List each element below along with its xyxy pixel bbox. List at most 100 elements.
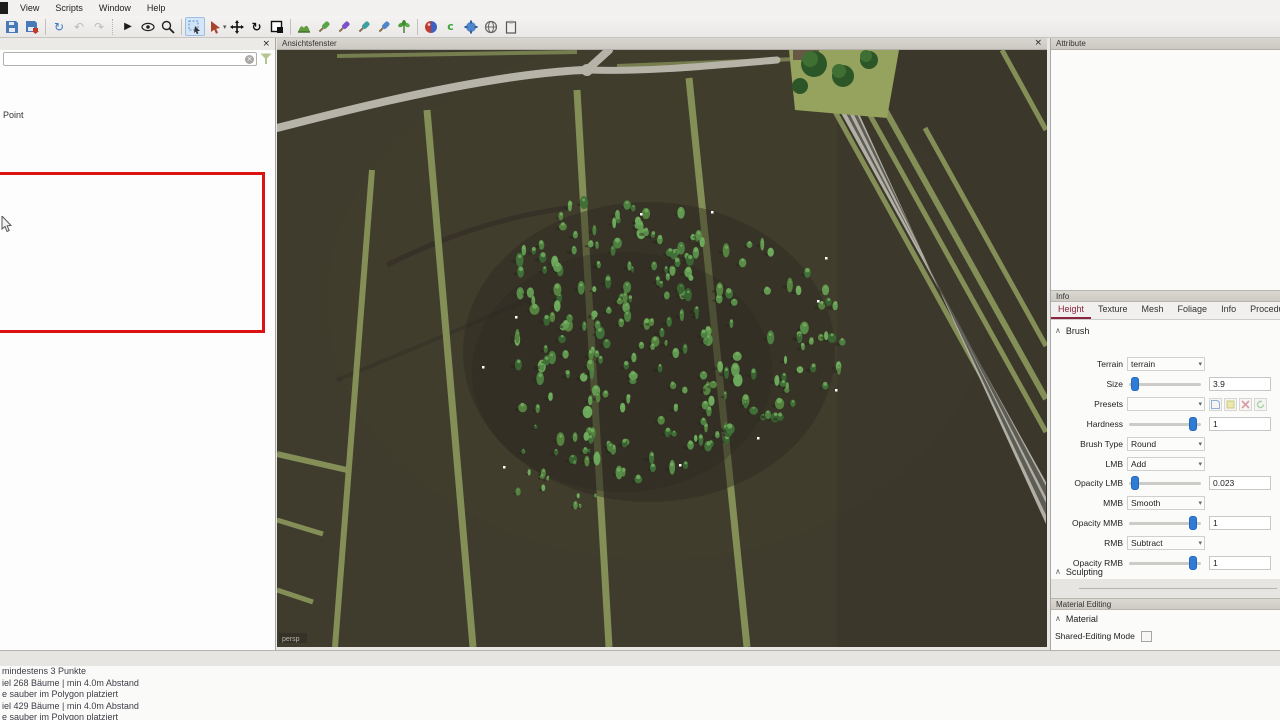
chevron-down-icon: ▾ — [1198, 400, 1202, 408]
search-box[interactable]: × — [3, 52, 257, 66]
preset-save-icon[interactable] — [1209, 398, 1222, 411]
attribute-panel: Attribute Info Height Texture Mesh Folia… — [1050, 38, 1280, 650]
undo-icon[interactable]: ↶ — [69, 17, 89, 36]
log-console: mindestens 3 Punkte iel 268 Bäume | min … — [0, 666, 1280, 720]
attribute-titlebar: Attribute — [1051, 38, 1280, 50]
detail-paint-icon[interactable] — [374, 17, 394, 36]
foliage-paint-icon[interactable] — [354, 17, 374, 36]
menu-window[interactable]: Window — [91, 2, 139, 14]
chevron-down-icon: ▾ — [1198, 460, 1202, 468]
mmb-select[interactable]: Smooth▾ — [1127, 496, 1205, 510]
collapse-icon: ∧ — [1055, 326, 1061, 335]
menu-view[interactable]: View — [12, 2, 47, 14]
search-input[interactable] — [8, 55, 245, 64]
terrain-paint-icon[interactable] — [334, 17, 354, 36]
brush-section-header[interactable]: ∧ Brush — [1051, 323, 1280, 338]
terrain-scene: persp — [277, 50, 1047, 647]
pointer-tool-icon[interactable] — [205, 17, 225, 36]
window-icon-fragment — [0, 2, 8, 14]
brush-type-select[interactable]: Round▾ — [1127, 437, 1205, 451]
rmb-select[interactable]: Subtract▾ — [1127, 536, 1205, 550]
terrain-smooth-icon[interactable] — [314, 17, 334, 36]
opacity-lmb-label: Opacity LMB — [1051, 478, 1127, 488]
mouse-cursor — [1, 216, 13, 233]
script-icon[interactable]: c — [441, 17, 461, 36]
terrain-label: Terrain — [1051, 359, 1127, 369]
scenegraph-item-point[interactable]: Point — [3, 110, 24, 120]
menu-help[interactable]: Help — [139, 2, 174, 14]
reload-icon[interactable]: ↻ — [49, 17, 69, 36]
menu-scripts[interactable]: Scripts — [47, 2, 91, 14]
sculpting-section-header[interactable]: ∧ Sculpting — [1051, 564, 1280, 579]
log-line: e sauber im Polygon platziert — [0, 712, 1280, 720]
brush-type-label: Brush Type — [1051, 439, 1127, 449]
giants-editor-window: View Scripts Window Help ↻ ↶ ↷ ▶ ▾ — [0, 0, 1280, 720]
chevron-down-icon: ▾ — [1198, 539, 1202, 547]
tab-height[interactable]: Height — [1051, 302, 1091, 319]
size-value-field[interactable]: 3.9 — [1209, 377, 1271, 391]
opacity-mmb-value-field[interactable]: 1 — [1209, 516, 1271, 530]
material-editing-title: Material Editing — [1056, 600, 1111, 609]
viewport-3d-scene[interactable]: persp — [277, 50, 1047, 647]
select-tool-icon[interactable] — [185, 17, 205, 36]
material-section-header[interactable]: ∧ Material — [1051, 611, 1280, 626]
shared-editing-checkbox[interactable] — [1141, 631, 1152, 642]
status-band — [0, 650, 1280, 666]
brush-section-title: Brush — [1066, 326, 1090, 336]
tab-info[interactable]: Info — [1214, 302, 1243, 319]
material-ball-icon[interactable] — [421, 17, 441, 36]
terrain-sculpt-icon[interactable] — [294, 17, 314, 36]
clipboard-icon[interactable] — [501, 17, 521, 36]
visibility-icon[interactable] — [138, 17, 158, 36]
info-section-header: Info — [1051, 290, 1280, 302]
opacity-mmb-slider[interactable] — [1127, 516, 1205, 530]
attribute-title: Attribute — [1056, 39, 1086, 48]
tab-mesh[interactable]: Mesh — [1135, 302, 1171, 319]
hardness-slider[interactable] — [1127, 417, 1205, 431]
mmb-label: MMB — [1051, 498, 1127, 508]
scenegraph-panel: × × Point — [0, 38, 276, 650]
rotate-tool-icon[interactable]: ↻ — [247, 17, 267, 36]
preset-new-icon[interactable] — [1224, 398, 1237, 411]
scenegraph-search-row: × — [0, 50, 275, 68]
material-section-title: Material — [1066, 614, 1098, 624]
presets-select[interactable]: ▾ — [1127, 397, 1205, 411]
chevron-down-icon: ▾ — [1198, 499, 1202, 507]
pointer-tool-dropdown-icon[interactable]: ▾ — [223, 23, 227, 31]
move-tool-icon[interactable] — [227, 17, 247, 36]
preset-refresh-icon[interactable] — [1254, 398, 1267, 411]
panel-divider — [1051, 579, 1280, 598]
play-icon[interactable]: ▶ — [118, 17, 138, 36]
foliage-plant-icon[interactable] — [394, 17, 414, 36]
tab-foliage[interactable]: Foliage — [1171, 302, 1215, 319]
filter-funnel-icon[interactable] — [260, 53, 272, 65]
presets-label: Presets — [1051, 399, 1127, 409]
terrain-select[interactable]: terrain▾ — [1127, 357, 1205, 371]
redo-icon[interactable]: ↷ — [89, 17, 109, 36]
preset-delete-icon[interactable] — [1239, 398, 1252, 411]
world-icon[interactable] — [481, 17, 501, 36]
hardness-value-field[interactable]: 1 — [1209, 417, 1271, 431]
zoom-icon[interactable] — [158, 17, 178, 36]
rmb-label: RMB — [1051, 538, 1127, 548]
menu-bar: View Scripts Window Help — [0, 0, 1280, 16]
tab-texture[interactable]: Texture — [1091, 302, 1135, 319]
viewport-close-icon[interactable]: × — [1034, 39, 1042, 48]
save-all-icon[interactable] — [22, 17, 42, 36]
tab-procedural[interactable]: Procedural — [1243, 302, 1280, 319]
toolbar: ↻ ↶ ↷ ▶ ▾ ↻ — [0, 16, 1280, 38]
settings-sphere-icon[interactable] — [461, 17, 481, 36]
annotation-red-rectangle — [0, 172, 265, 333]
log-line: mindestens 3 Punkte — [0, 666, 1280, 678]
scenegraph-close-icon[interactable]: × — [262, 40, 270, 49]
collapse-icon: ∧ — [1055, 614, 1061, 623]
save-icon[interactable] — [2, 17, 22, 36]
scale-tool-icon[interactable] — [267, 17, 287, 36]
size-slider[interactable] — [1127, 377, 1205, 391]
opacity-lmb-slider[interactable] — [1127, 476, 1205, 490]
info-section-title: Info — [1056, 292, 1069, 301]
lmb-select[interactable]: Add▾ — [1127, 457, 1205, 471]
search-clear-icon[interactable]: × — [245, 55, 254, 64]
opacity-lmb-value-field[interactable]: 0.023 — [1209, 476, 1271, 490]
scenegraph-header: × — [0, 38, 275, 50]
